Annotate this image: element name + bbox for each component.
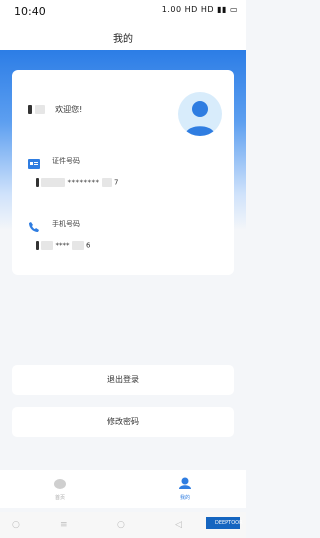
nav-bar: 我的 [0,22,246,50]
name-masked [34,105,45,114]
signal-icon: ▮▮ [217,5,227,14]
id-mask-a [41,178,66,187]
status-time: 10:40 [14,5,46,18]
watermark-text: DEEPTOOR [215,520,243,526]
greeting-row: 欢迎您! [28,104,82,115]
phone-mask-stars: **** [55,241,70,250]
tab-home[interactable]: 首页 [40,474,80,501]
back-icon[interactable]: ◁ [175,520,182,530]
id-mask-stars: ******** [67,178,100,187]
user-icon [179,477,191,489]
phone-label: 手机号码 [52,220,80,228]
id-card-icon [28,155,40,169]
id-mask-start [36,178,39,187]
menu-icon[interactable]: ≡ [60,520,68,530]
circle-icon[interactable]: ○ [12,520,20,530]
page-title: 我的 [113,34,133,45]
change-password-button[interactable]: 修改密码 [12,407,234,437]
avatar[interactable] [178,92,222,136]
tab-bar: 首页 我的 [0,470,246,508]
watermark-logo: DEEPTOOR [206,517,243,529]
phone-value: **** 6 [36,241,90,250]
status-bar: 10:40 1.00 HD HD ▮▮ ▭ [0,0,246,22]
phone-mask-start [36,241,39,250]
tab-home-label: 首页 [54,495,65,501]
logout-button[interactable]: 退出登录 [12,365,234,395]
status-icons-text: 1.00 HD HD [161,5,215,14]
id-label: 证件号码 [52,157,80,165]
phone-value-suffix: 6 [85,241,91,250]
tab-mine[interactable]: 我的 [165,474,205,501]
id-value: ******** 7 [36,178,118,187]
phone-mask-b [71,241,84,250]
status-icons: 1.00 HD HD ▮▮ ▭ [162,5,238,14]
phone-icon [28,218,40,232]
phone-mask-a [41,241,54,250]
battery-icon: ▭ [229,5,238,14]
id-mask-b [101,178,112,187]
home-icon [54,479,66,489]
profile-card: 欢迎您! 证件号码 ******** 7 手机号码 **** 6 [12,70,234,275]
id-value-suffix: 7 [113,178,119,187]
name-initial [28,105,32,114]
user-avatar-icon [185,101,215,136]
greeting-text: 欢迎您! [55,105,83,114]
home-button-icon[interactable]: ○ [117,520,125,530]
tab-mine-label: 我的 [179,495,190,501]
